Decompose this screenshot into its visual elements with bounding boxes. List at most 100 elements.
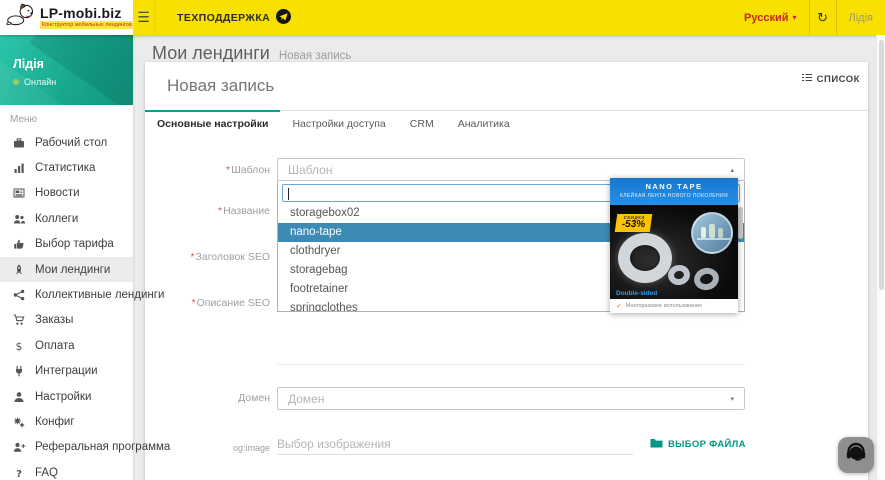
domain-select[interactable]: Домен ▾ xyxy=(277,387,745,410)
sidebar-item-collective-landings[interactable]: Коллективные лендинги xyxy=(0,282,133,307)
refresh-button[interactable]: ↻ xyxy=(810,10,836,26)
sidebar-item-desktop[interactable]: Рабочий стол xyxy=(0,130,133,155)
sidebar-menu: Рабочий стол Статистика Новости Коллеги Выбо… xyxy=(0,130,133,480)
sidebar-item-config[interactable]: Конфиг xyxy=(0,409,133,434)
tab-bar: Основные настройкиНастройки доступаCRMАн… xyxy=(145,110,868,136)
sidebar-item-tariff[interactable]: Выбор тарифа xyxy=(0,232,133,257)
required-mark: * xyxy=(192,297,196,309)
dollar-icon: $ xyxy=(12,340,26,352)
sidebar-item-settings[interactable]: Настройки xyxy=(0,384,133,409)
logo-title: LP-mobi.biz xyxy=(40,6,134,20)
check-icon: ✔ xyxy=(616,302,622,310)
sidebar-item-label: Оплата xyxy=(35,340,75,352)
sidebar-user-panel: Лідія Онлайн xyxy=(0,35,133,105)
sidebar-item-my-landings[interactable]: Мои лендинги xyxy=(0,257,133,282)
list-icon xyxy=(802,73,812,85)
preview-feature-label: Многоразовое использование xyxy=(626,303,702,309)
preview-header: NANO TAPE КЛЕЙКАЯ ЛЕНТА НОВОГО ПОКОЛЕНИЯ xyxy=(610,178,738,205)
tariff-icon xyxy=(12,238,26,250)
scrollbar-thumb[interactable] xyxy=(879,40,884,290)
gears-icon xyxy=(12,416,26,428)
tab-analytics[interactable]: Аналитика xyxy=(446,111,522,136)
sidebar-user-status: Онлайн xyxy=(13,77,56,87)
sidebar-item-colleagues[interactable]: Коллеги xyxy=(0,206,133,231)
tab-crm[interactable]: CRM xyxy=(398,111,446,136)
template-preview: NANO TAPE КЛЕЙКАЯ ЛЕНТА НОВОГО ПОКОЛЕНИЯ… xyxy=(610,178,738,313)
sidebar-item-integrations[interactable]: Интеграции xyxy=(0,359,133,384)
sidebar-item-news[interactable]: Новости xyxy=(0,181,133,206)
sidebar-item-label: Настройки xyxy=(35,391,91,403)
text-cursor xyxy=(288,188,289,200)
topbar-right: Русский ▾ ↻ Лідія xyxy=(732,0,885,35)
sidebar-item-payment[interactable]: $ Оплата xyxy=(0,333,133,358)
tab-access-settings[interactable]: Настройки доступа xyxy=(280,111,397,136)
sidebar-item-label: Статистика xyxy=(35,162,95,174)
inset-item xyxy=(709,224,715,238)
form-divider xyxy=(277,364,745,365)
og-image-input[interactable]: Выбор изображения xyxy=(277,434,633,455)
folder-icon xyxy=(650,438,663,451)
sidebar-username: Лідія xyxy=(13,57,44,71)
sidebar-item-orders[interactable]: Заказы xyxy=(0,308,133,333)
sidebar-item-faq[interactable]: ? FAQ xyxy=(0,460,133,480)
topbar-username[interactable]: Лідія xyxy=(837,12,885,24)
sidebar-item-label: Мои лендинги xyxy=(35,264,110,276)
chevron-down-icon: ▾ xyxy=(793,13,797,22)
sidebar-item-label: Рабочий стол xyxy=(35,137,107,149)
sidebar: Лідія Онлайн Меню Рабочий стол Статистика… xyxy=(0,35,133,480)
language-selector[interactable]: Русский ▾ xyxy=(732,12,808,24)
language-label: Русский xyxy=(744,12,788,24)
sidebar-item-label: Конфиг xyxy=(35,416,75,428)
menu-section-label: Меню xyxy=(10,114,133,125)
preview-feature-row: ✔ Многоразовое использование xyxy=(610,299,738,313)
page-scrollbar[interactable] xyxy=(876,35,885,480)
logo-text: LP-mobi.biz Конструктор мобильных лендин… xyxy=(40,6,134,29)
name-field-label: *Название xyxy=(145,205,270,217)
tab-main-settings[interactable]: Основные настройки xyxy=(145,111,280,136)
choose-file-label: ВЫБОР ФАЙЛА xyxy=(668,439,746,450)
topbar: LP-mobi.biz Конструктор мобильных лендин… xyxy=(0,0,885,35)
inset-item xyxy=(718,228,723,238)
plug-icon xyxy=(12,365,26,377)
sidebar-item-label: FAQ xyxy=(35,467,58,479)
sidebar-item-statistics[interactable]: Статистика xyxy=(0,155,133,180)
telegram-icon xyxy=(276,9,291,27)
new-record-card: Новая запись СПИСОК Основные настройкиНа… xyxy=(145,62,868,480)
discount-badge: СКИДКА -53% xyxy=(615,214,653,232)
stats-icon xyxy=(12,162,26,174)
template-field-label: *Шаблон xyxy=(145,164,270,176)
desktop-icon xyxy=(12,137,26,149)
support-chat-button[interactable] xyxy=(838,437,874,473)
required-mark: * xyxy=(226,164,230,176)
tape-roll-small xyxy=(692,265,722,292)
question-icon: ? xyxy=(12,467,26,479)
logo-subtitle: Конструктор мобильных лендингов xyxy=(40,21,134,29)
seo-title-field-label: *Заголовок SEO xyxy=(145,251,270,263)
logo[interactable]: LP-mobi.biz Конструктор мобильных лендин… xyxy=(0,0,133,35)
list-button[interactable]: СПИСОК xyxy=(802,73,860,85)
preview-product-image: СКИДКА -53% Double-sided xyxy=(610,205,738,299)
cart-icon xyxy=(12,314,26,326)
domain-select-placeholder: Домен xyxy=(288,392,325,406)
sidebar-item-label: Заказы xyxy=(35,314,73,326)
sidebar-item-label: Выбор тарифа xyxy=(35,238,114,250)
app-root: LP-mobi.biz Конструктор мобильных лендин… xyxy=(0,0,885,480)
online-status-dot xyxy=(13,79,19,85)
rocket-icon xyxy=(12,264,26,276)
list-button-label: СПИСОК xyxy=(817,74,860,85)
sidebar-item-referral[interactable]: Реферальная программа xyxy=(0,435,133,460)
preview-caption: Double-sided xyxy=(616,290,657,297)
hamburger-menu-icon[interactable]: ☰ xyxy=(133,0,155,35)
preview-inset-photo xyxy=(691,212,733,254)
sidebar-item-label: Реферальная программа xyxy=(35,441,170,453)
choose-file-button[interactable]: ВЫБОР ФАЙЛА xyxy=(650,438,746,451)
dropdown-scrollbar[interactable] xyxy=(738,207,743,239)
tape-roll-large xyxy=(618,233,672,283)
required-mark: * xyxy=(218,205,222,217)
breadcrumb: Мои лендинги Новая запись xyxy=(133,35,885,64)
support-button[interactable]: ТЕХПОДДЕРЖКА xyxy=(177,9,291,27)
preview-title: NANO TAPE xyxy=(610,182,738,191)
template-select-placeholder: Шаблон xyxy=(288,163,332,177)
sidebar-item-label: Новости xyxy=(35,187,80,199)
colleagues-icon xyxy=(12,213,26,225)
